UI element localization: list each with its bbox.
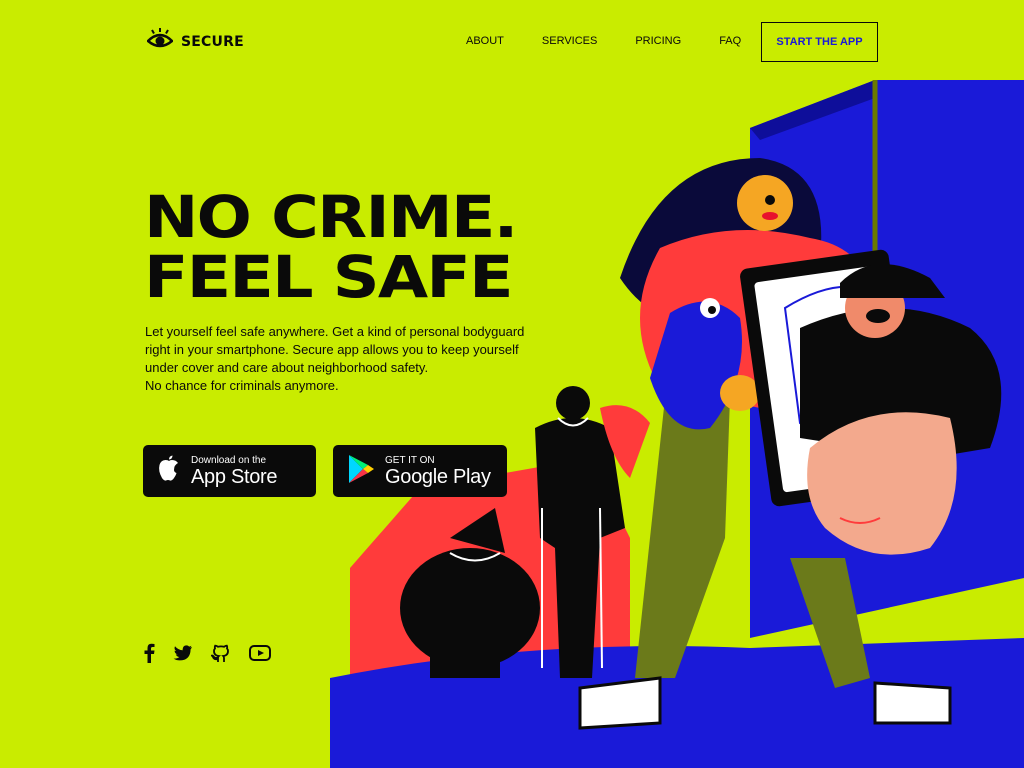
description-line: No chance for criminals anymore. xyxy=(145,378,339,393)
eye-icon xyxy=(146,27,174,56)
description-line: right in your smartphone. Secure app all… xyxy=(145,342,519,357)
nav-faq[interactable]: FAQ xyxy=(719,35,741,47)
description-line: Let yourself feel safe anywhere. Get a k… xyxy=(145,324,525,339)
google-play-icon xyxy=(347,454,375,489)
description-line: under cover and care about neighborhood … xyxy=(145,360,429,375)
main-nav: ABOUT SERVICES PRICING FAQ xyxy=(466,35,741,47)
github-icon[interactable] xyxy=(209,643,231,668)
google-play-label: Google Play xyxy=(385,465,491,488)
hero-description: Let yourself feel safe anywhere. Get a k… xyxy=(145,323,555,395)
brand-logo[interactable]: SECURE xyxy=(146,27,244,56)
app-store-button[interactable]: Download on the App Store xyxy=(143,445,316,497)
brand-name: SECURE xyxy=(181,33,244,50)
social-links xyxy=(143,643,271,668)
youtube-icon[interactable] xyxy=(249,645,271,666)
twitter-icon[interactable] xyxy=(173,645,193,666)
start-app-button[interactable]: START THE APP xyxy=(761,22,878,62)
nav-services[interactable]: SERVICES xyxy=(542,35,597,47)
app-store-label: App Store xyxy=(191,465,278,488)
app-store-caption: Download on the xyxy=(191,454,267,466)
hero-headline: NO CRIME. FEEL SAFE xyxy=(144,187,624,307)
nav-pricing[interactable]: PRICING xyxy=(635,35,681,47)
facebook-icon[interactable] xyxy=(143,643,155,668)
headline-line-1: NO CRIME. xyxy=(144,183,518,251)
apple-icon xyxy=(157,455,181,488)
google-play-caption: GET IT ON xyxy=(385,454,435,466)
headline-line-2: FEEL SAFE xyxy=(144,243,514,311)
google-play-button[interactable]: GET IT ON Google Play xyxy=(333,445,507,497)
hero-illustration xyxy=(330,80,1024,768)
nav-about[interactable]: ABOUT xyxy=(466,35,504,47)
